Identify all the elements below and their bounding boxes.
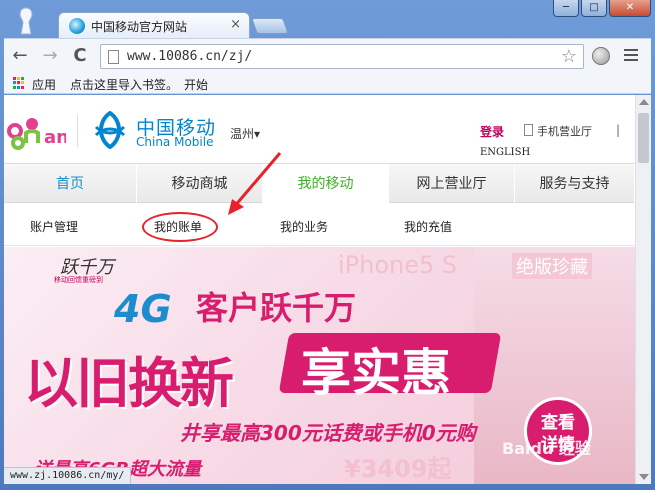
tab-title: 中国移动官方网站 xyxy=(91,20,188,34)
and-he-text: and和 xyxy=(44,127,66,148)
favicon-icon xyxy=(69,18,85,34)
promo-banner[interactable]: 跃千万 移动回馈重磅到 iPhone5 S 绝版珍藏 4G 客户跃千万 以旧换新… xyxy=(4,247,635,484)
baidu-watermark: Baidu 经验 xyxy=(502,439,591,458)
header-separator: | xyxy=(616,123,621,137)
minimize-button[interactable]: ─ xyxy=(553,0,579,17)
scrollbar[interactable] xyxy=(635,95,651,484)
banner-main-a: 以旧换新 xyxy=(24,352,234,415)
page-viewport: and和 中国移动 China Mobile 温州▾ 登录 手机营业厅 | EN… xyxy=(4,95,651,484)
close-button[interactable]: ✕ xyxy=(609,0,651,17)
bookmarks-bar: 应用 点击这里导入书签。 开始 xyxy=(4,74,651,94)
nav-online-hall[interactable]: 网上营业厅 xyxy=(389,164,515,204)
main-nav: 首页 移动商城 我的移动 网上营业厅 服务与支持 xyxy=(4,163,635,211)
globe-icon[interactable] xyxy=(592,47,610,65)
browser-window: 中国移动官方网站 × ─ □ ✕ ← → C www.10086.cn/zj/ … xyxy=(0,0,655,490)
banner-tag-sub: 移动回馈重磅到 xyxy=(54,276,103,284)
annotation-ellipse xyxy=(142,212,218,242)
bookmark-apps[interactable]: 应用 xyxy=(32,76,56,93)
maximize-button[interactable]: □ xyxy=(581,0,607,17)
banner-main-b: 享实惠 xyxy=(300,344,451,402)
address-bar[interactable]: www.10086.cn/zj/ ☆ xyxy=(100,44,584,69)
scroll-thumb[interactable] xyxy=(638,113,649,163)
new-tab-button[interactable] xyxy=(251,18,289,34)
english-link[interactable]: ENGLISH xyxy=(480,147,530,158)
and-he-logo[interactable]: and和 xyxy=(6,111,66,151)
nav-home[interactable]: 首页 xyxy=(4,164,137,204)
banner-unicom: 绝版珍藏 xyxy=(512,253,592,279)
url-text[interactable]: www.10086.cn/zj/ xyxy=(127,49,252,64)
login-link[interactable]: 登录 xyxy=(480,123,504,140)
nav-mall[interactable]: 移动商城 xyxy=(137,164,263,204)
scroll-down-icon[interactable] xyxy=(639,474,649,480)
banner-price: ¥3409起 xyxy=(344,455,452,483)
bookmark-star-icon[interactable]: ☆ xyxy=(561,46,577,67)
profile-icon[interactable] xyxy=(14,6,38,36)
nav-my-mobile[interactable]: 我的移动 xyxy=(263,164,389,211)
nav-support[interactable]: 服务与支持 xyxy=(515,164,635,204)
banner-main-highlight: 享实惠 xyxy=(278,333,502,402)
city-label: 温州 xyxy=(230,127,255,141)
tab-close-icon[interactable]: × xyxy=(230,17,241,32)
forward-button[interactable]: → xyxy=(40,47,60,65)
banner-iphone: iPhone5 S xyxy=(338,251,458,279)
title-bar: 中国移动官方网站 × ─ □ ✕ xyxy=(0,0,655,38)
city-selector[interactable]: 温州▾ xyxy=(230,125,260,142)
reload-button[interactable]: C xyxy=(70,47,90,65)
apps-grid-icon[interactable] xyxy=(13,77,25,89)
header-divider xyxy=(77,115,78,147)
phone-hall-link[interactable]: 手机营业厅 xyxy=(524,123,592,139)
caret-down-icon: ▾ xyxy=(254,127,261,141)
banner-slogan: 客户跃千万 xyxy=(196,289,357,327)
tab-active[interactable]: 中国移动官方网站 × xyxy=(58,12,250,38)
brand-en: China Mobile xyxy=(136,135,214,149)
window-controls: ─ □ ✕ xyxy=(553,0,651,17)
status-bar: www.zj.10086.cn/my/ xyxy=(4,467,132,484)
bookmark-import[interactable]: 点击这里导入书签。 xyxy=(70,76,178,93)
bookmark-start[interactable]: 开始 xyxy=(184,76,208,93)
menu-icon[interactable] xyxy=(624,49,638,64)
subnav-account[interactable]: 账户管理 xyxy=(30,218,78,235)
sub-nav: 账户管理 我的账单 我的业务 我的充值 xyxy=(4,204,635,246)
banner-sub: 井享最高300元话费或手机0元购 xyxy=(180,421,476,445)
window-bottom-edge xyxy=(0,484,655,490)
subnav-recharge[interactable]: 我的充值 xyxy=(404,218,452,235)
subnav-my-services[interactable]: 我的业务 xyxy=(280,218,328,235)
back-button[interactable]: ← xyxy=(10,47,30,65)
china-mobile-logo-icon[interactable] xyxy=(90,111,130,149)
page-icon xyxy=(108,50,119,64)
banner-4g: 4G xyxy=(114,287,172,331)
toolbar: ← → C www.10086.cn/zj/ ☆ xyxy=(4,38,651,74)
scroll-up-icon[interactable] xyxy=(639,99,649,105)
